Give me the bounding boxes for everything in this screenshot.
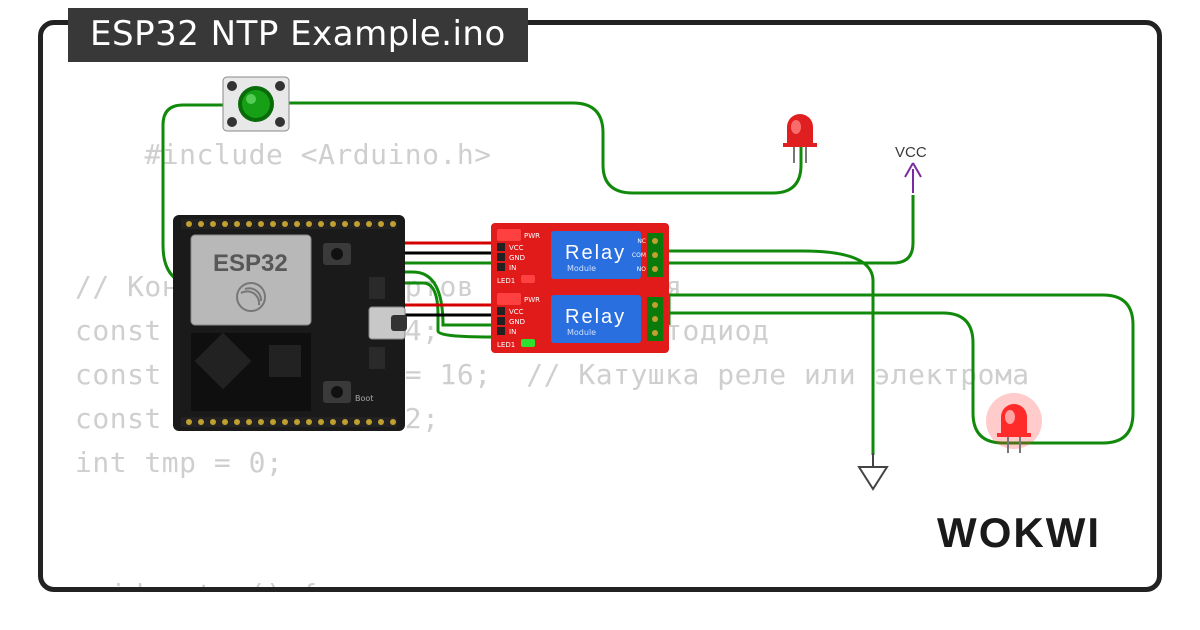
code-line: const int btnPin = 2; [75, 402, 440, 435]
code-line: const int relayPin = 16; // Катушка реле… [75, 358, 1030, 391]
code-line: int tmp = 0; [75, 446, 283, 479]
diagram-frame: #include <Arduino.h> // Константы для по… [38, 20, 1162, 592]
background-code: #include <Arduino.h> // Константы для по… [75, 89, 1030, 592]
code-line: const int ledPin = 4; // Светодиод [75, 314, 769, 347]
file-title-tab: ESP32 NTP Example.ino [68, 8, 528, 62]
wokwi-logo: WOKWI [937, 509, 1101, 557]
code-line: void setup() { [75, 578, 318, 592]
code-line: #include <Arduino.h> [144, 138, 491, 171]
code-line: // Константы для портов подключения [75, 270, 683, 303]
